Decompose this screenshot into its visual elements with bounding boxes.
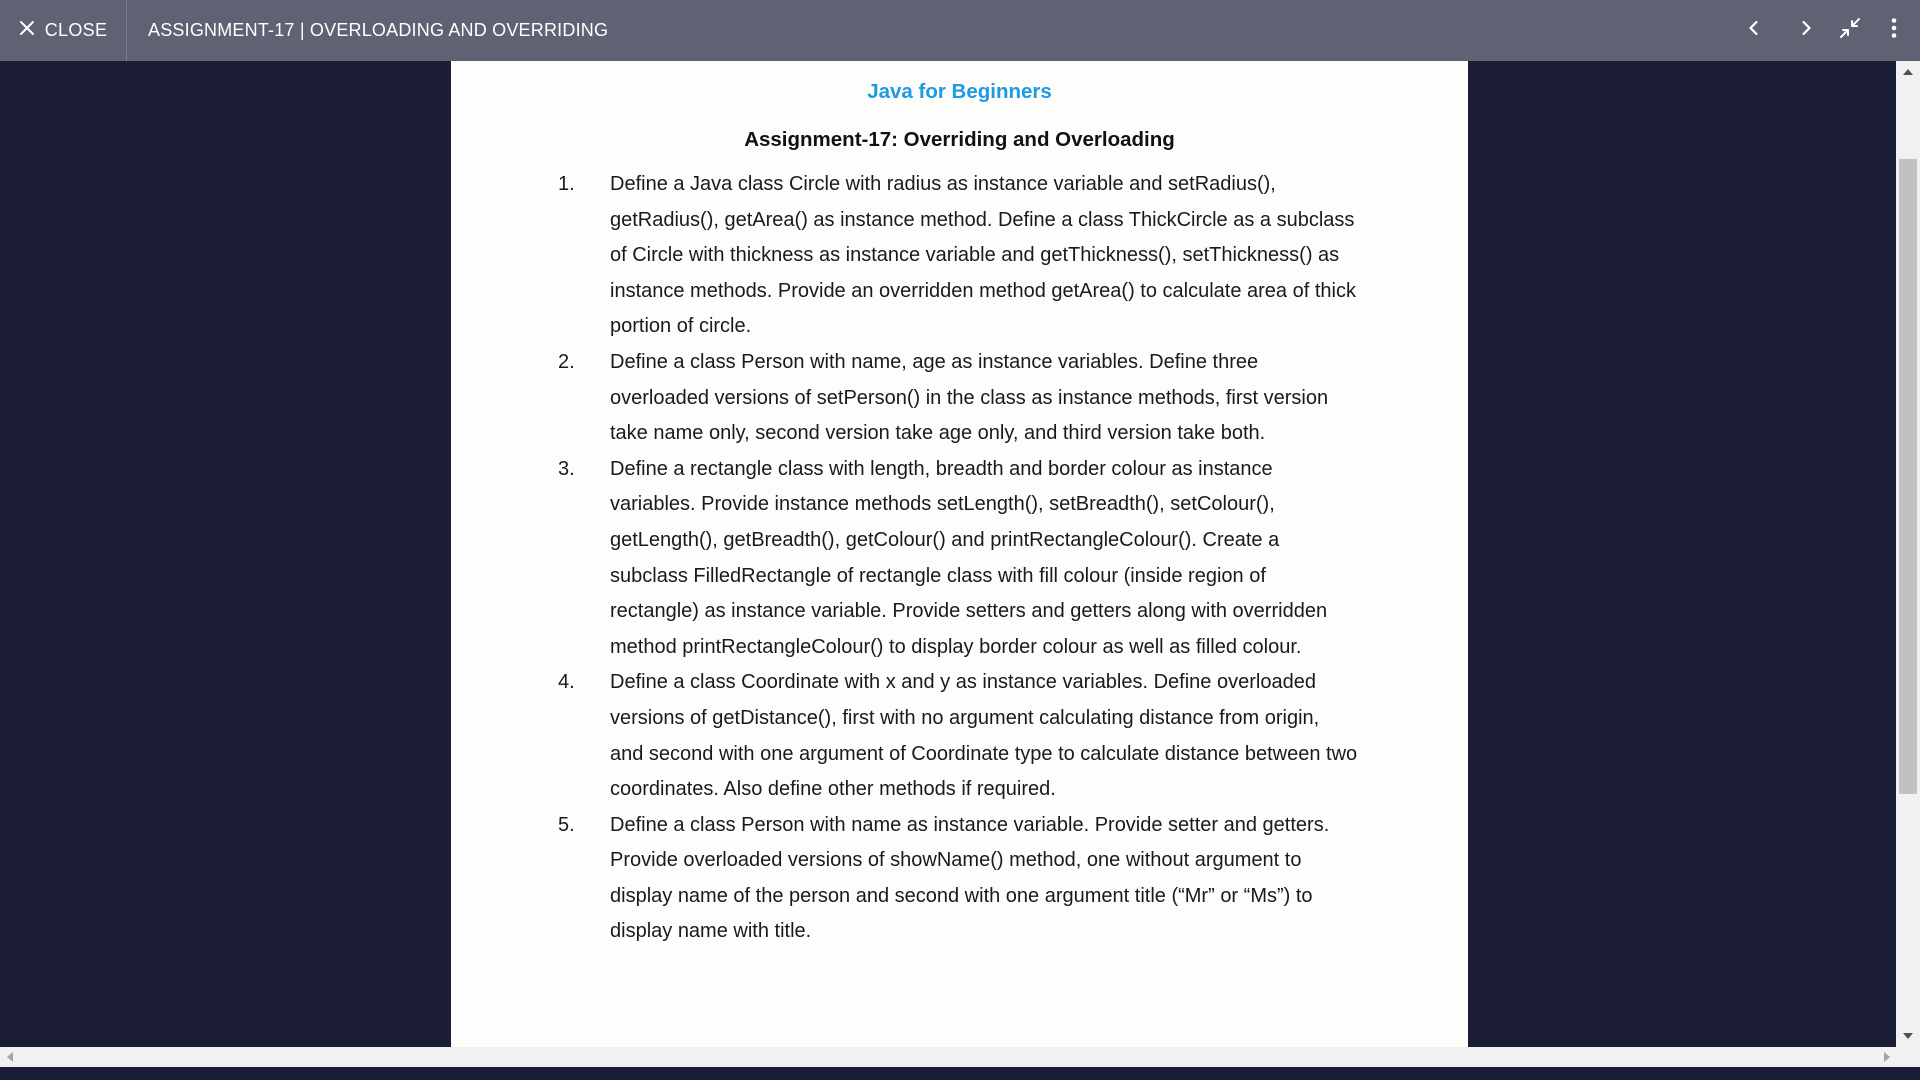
close-label: CLOSE bbox=[44, 20, 108, 40]
vertical-scrollbar[interactable] bbox=[1896, 61, 1920, 1047]
list-item: 2. Define a class Person with name, age … bbox=[558, 345, 1358, 452]
close-button[interactable]: CLOSE bbox=[0, 0, 127, 61]
question-number: 4. bbox=[558, 671, 575, 694]
assignment-title: Assignment-17: Overriding and Overloadin… bbox=[744, 128, 1175, 151]
toolbar-actions bbox=[1732, 0, 1920, 61]
list-item: 4. Define a class Coordinate with x and … bbox=[558, 665, 1358, 807]
question-number: 5. bbox=[558, 813, 575, 836]
viewer-toolbar: CLOSE ASSIGNMENT-17 | OVERLOADING AND OV… bbox=[0, 0, 1920, 61]
more-vertical-icon bbox=[1883, 17, 1905, 44]
chevron-right-icon bbox=[1795, 17, 1817, 44]
scroll-up-icon[interactable] bbox=[1896, 61, 1920, 83]
question-number: 1. bbox=[558, 173, 575, 195]
question-text: Define a class Coordinate with x and y a… bbox=[610, 671, 1358, 801]
bottom-strip bbox=[0, 1067, 1920, 1080]
question-number: 3. bbox=[558, 457, 575, 480]
question-number: 2. bbox=[558, 350, 575, 373]
scroll-down-icon[interactable] bbox=[1896, 1025, 1920, 1047]
close-icon bbox=[19, 20, 35, 41]
question-list: 1. Define a Java class Circle with radiu… bbox=[558, 167, 1358, 950]
question-text: Define a Java class Circle with radius a… bbox=[610, 173, 1356, 338]
scroll-left-icon[interactable] bbox=[0, 1047, 20, 1067]
document-viewer: Java for Beginners Assignment-17: Overri… bbox=[0, 61, 1920, 1047]
horizontal-scrollbar[interactable] bbox=[0, 1047, 1896, 1067]
question-text: Define a class Person with name, age as … bbox=[610, 350, 1329, 445]
list-item: 3. Define a rectangle class with length,… bbox=[558, 452, 1358, 666]
question-text: Define a rectangle class with length, br… bbox=[610, 457, 1328, 658]
document-title: ASSIGNMENT-17 | OVERLOADING AND OVERRIDI… bbox=[148, 20, 609, 40]
vertical-scroll-thumb[interactable] bbox=[1899, 159, 1917, 794]
document-page: Java for Beginners Assignment-17: Overri… bbox=[451, 61, 1468, 1047]
scrollbar-corner bbox=[1896, 1047, 1920, 1067]
next-button[interactable] bbox=[1784, 9, 1828, 53]
scroll-right-icon[interactable] bbox=[1876, 1047, 1896, 1067]
exit-fullscreen-icon bbox=[1839, 17, 1861, 44]
previous-button[interactable] bbox=[1732, 9, 1776, 53]
document-heading: Java for Beginners bbox=[867, 80, 1052, 103]
question-text: Define a class Person with name as insta… bbox=[610, 813, 1330, 943]
chevron-left-icon bbox=[1743, 17, 1765, 44]
more-options-button[interactable] bbox=[1872, 9, 1916, 53]
list-item: 5. Define a class Person with name as in… bbox=[558, 808, 1358, 950]
list-item: 1. Define a Java class Circle with radiu… bbox=[558, 167, 1358, 345]
exit-fullscreen-button[interactable] bbox=[1828, 9, 1872, 53]
